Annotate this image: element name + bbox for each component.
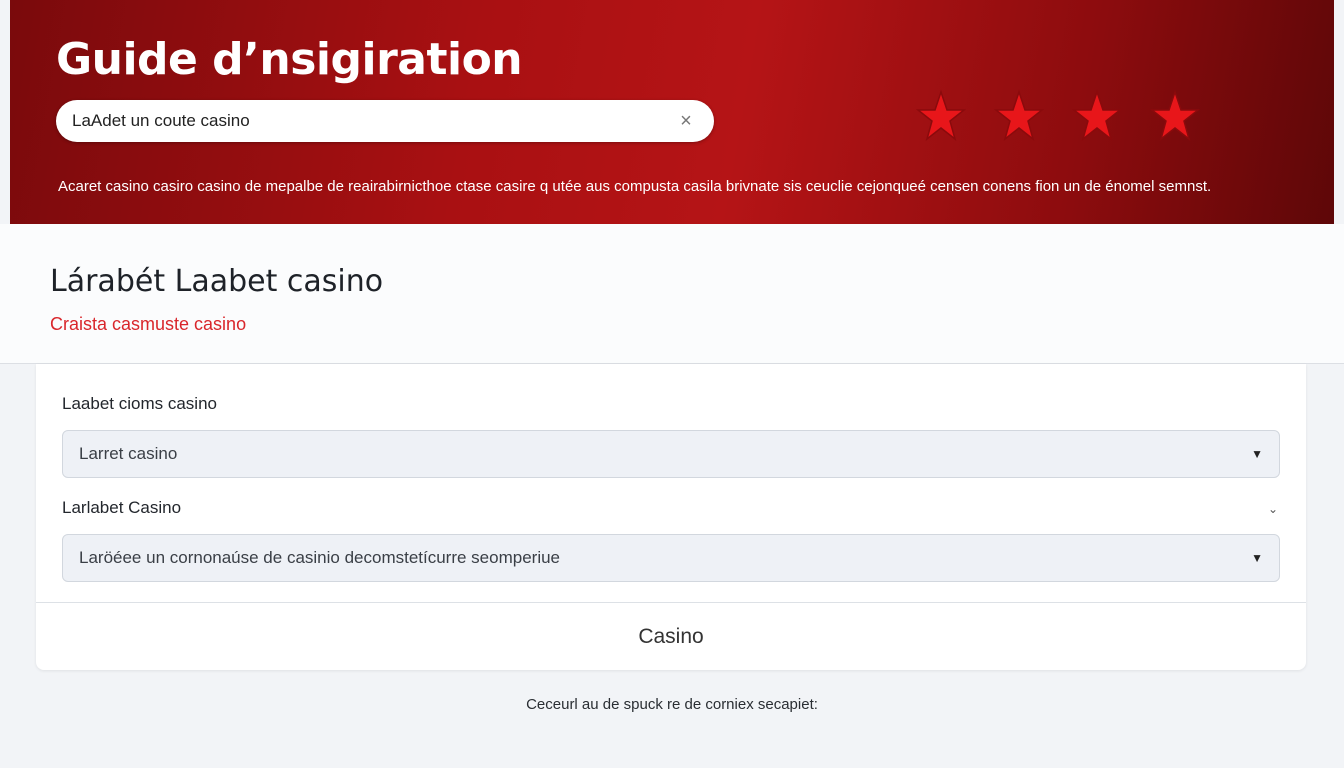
search-input[interactable]: [72, 111, 674, 131]
field2-select[interactable]: Laröéee un cornonaúse de casinio decomst…: [62, 534, 1280, 582]
form-card: Laabet cioms casino Larret casino ▼ Larl…: [36, 364, 1306, 670]
page-title: Lárabét Laabet casino: [50, 264, 384, 299]
field2-value: Laröéee un cornonaúse de casinio decomst…: [79, 548, 561, 567]
star-icon: [1072, 89, 1122, 142]
field1-label: Laabet cioms casino: [62, 394, 217, 413]
footer-note: Ceceurl au de spuck re de corniex secapi…: [526, 696, 818, 713]
star-icon: [916, 89, 966, 142]
star-icon: [1150, 89, 1200, 142]
chevron-down-icon: ▼: [1251, 551, 1263, 565]
field2-label: Larlabet Casino: [62, 498, 182, 517]
hero-banner: Guide d’nsigiration × Acaret casino casi…: [10, 0, 1334, 224]
hero-description: Acaret casino casiro casino de mepalbe d…: [58, 178, 1212, 195]
page-subtitle: Craista casmuste casino: [50, 314, 247, 334]
clear-icon[interactable]: ×: [674, 109, 698, 133]
chevron-down-icon: ▼: [1251, 447, 1263, 461]
field1-select[interactable]: Larret casino ▼: [62, 430, 1280, 478]
search-bar[interactable]: ×: [56, 100, 714, 142]
star-icon: [994, 89, 1044, 142]
field1-value: Larret casino: [79, 444, 178, 463]
star-rating: [916, 88, 1200, 144]
chevron-down-icon[interactable]: ⌄: [1268, 502, 1278, 516]
hero-title: Guide d’nsigiration: [56, 34, 523, 85]
casino-button[interactable]: Casino: [36, 603, 1306, 670]
